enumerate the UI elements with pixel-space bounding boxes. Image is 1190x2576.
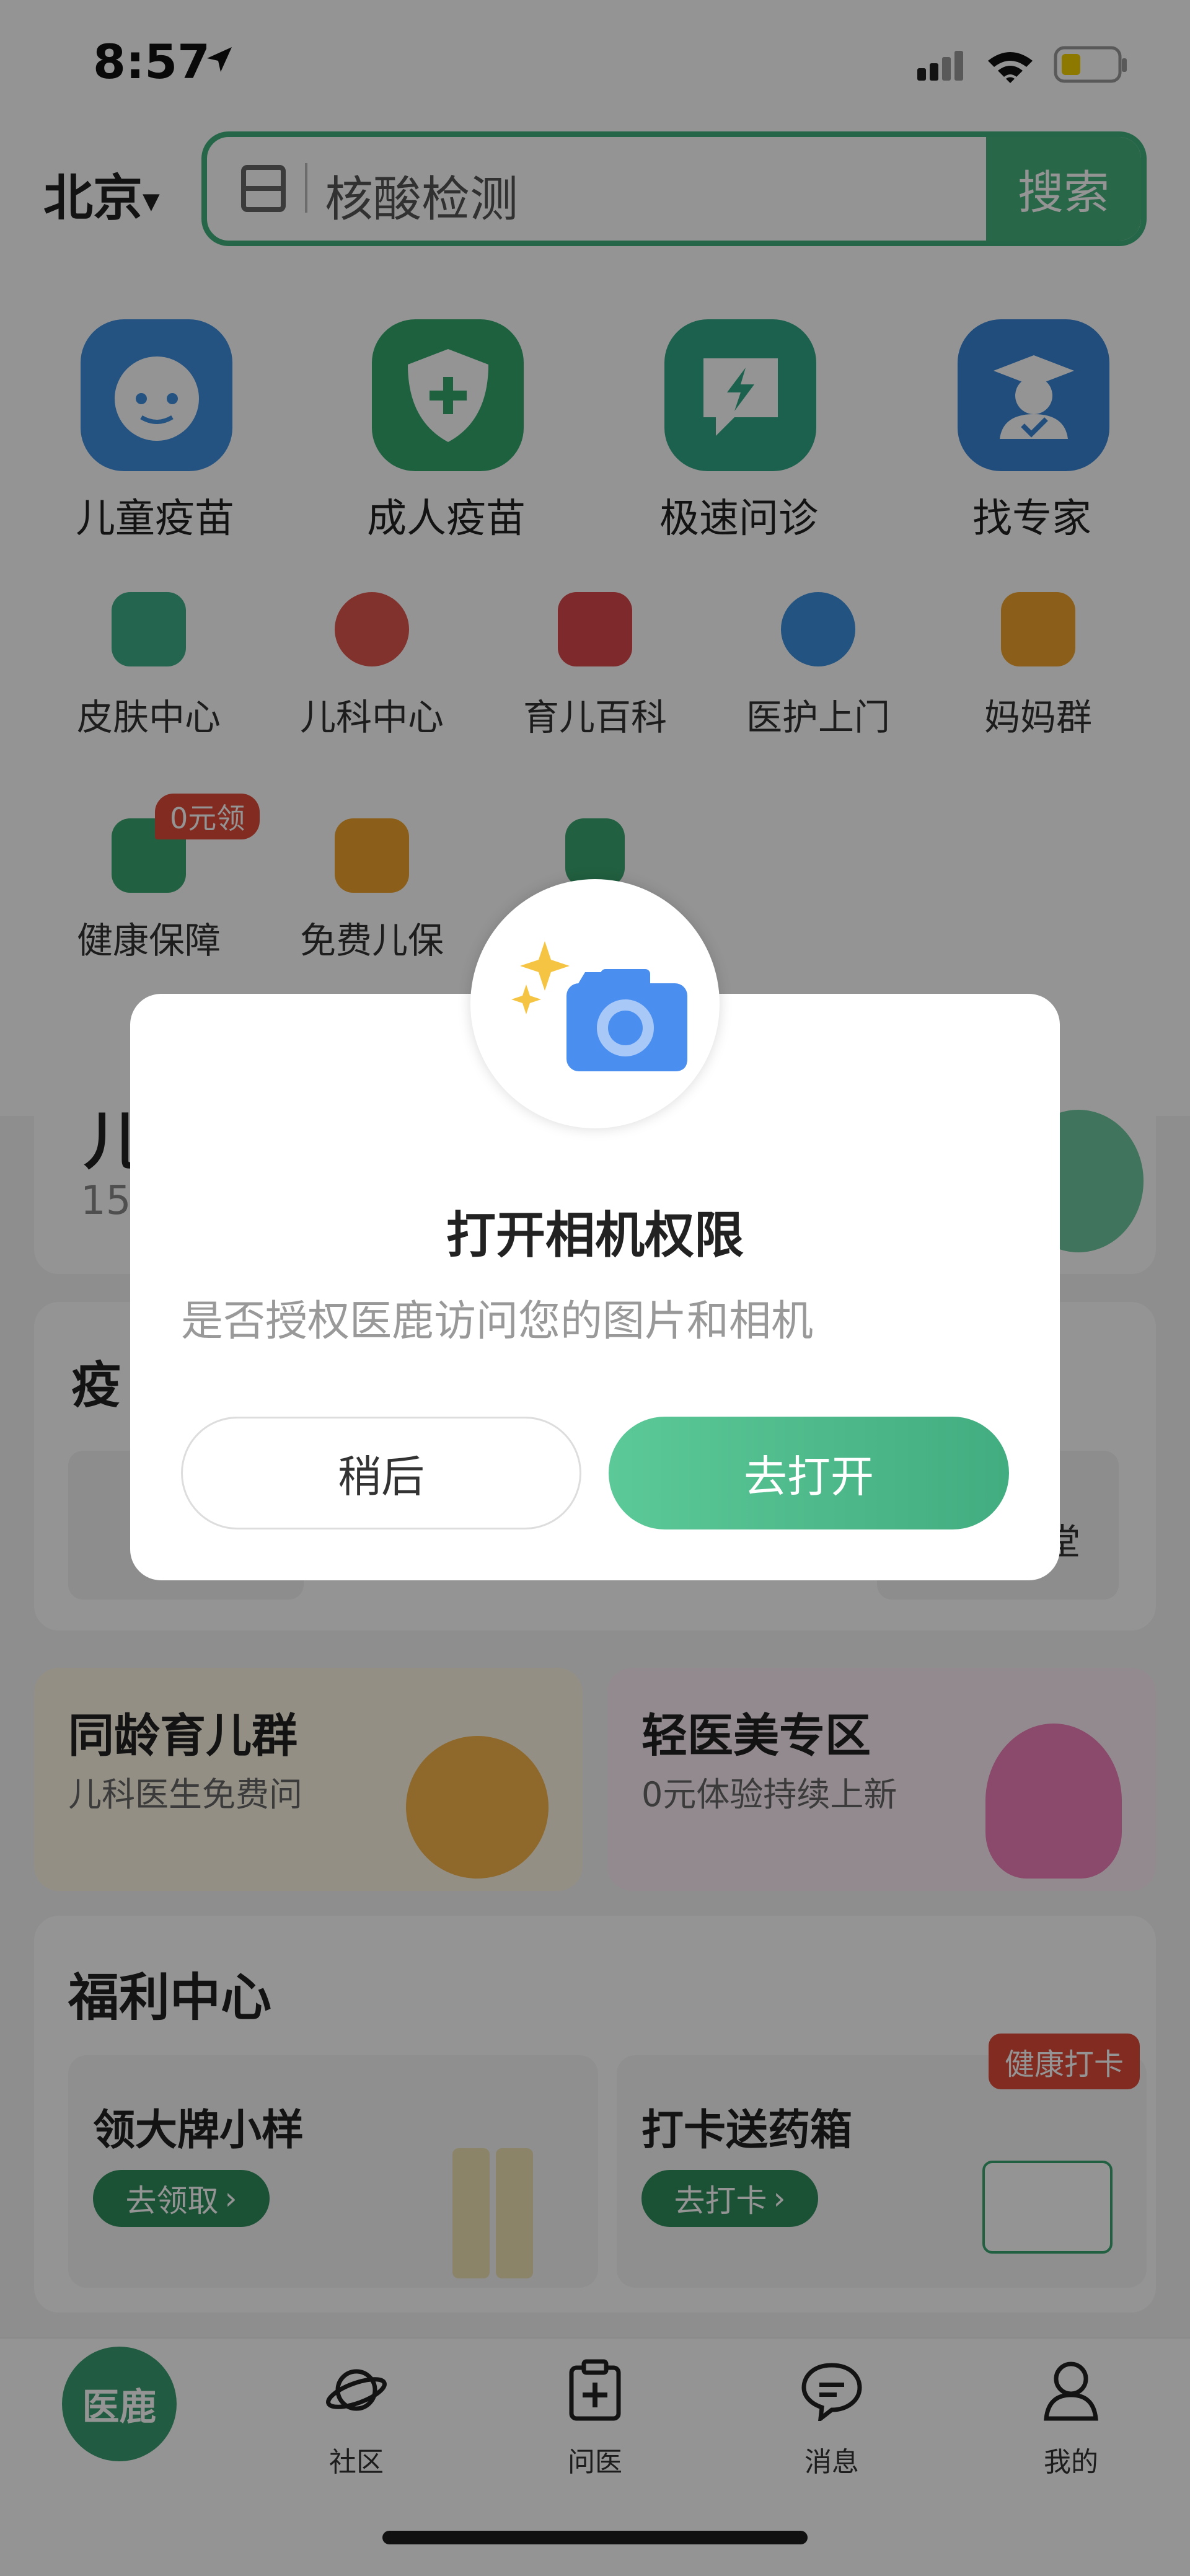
sparkle-icon	[520, 941, 570, 991]
home-indicator[interactable]	[382, 2531, 808, 2544]
dialog-message: 是否授权医鹿访问您的图片和相机	[181, 1297, 814, 1346]
dialog-title: 打开相机权限	[446, 1206, 744, 1264]
sparkle-icon	[511, 985, 541, 1014]
camera-icon	[511, 941, 687, 1071]
open-settings-button[interactable]: 去打开	[609, 1417, 1009, 1529]
dialog-icon-circle	[470, 879, 720, 1128]
later-button[interactable]: 稍后	[181, 1417, 581, 1529]
